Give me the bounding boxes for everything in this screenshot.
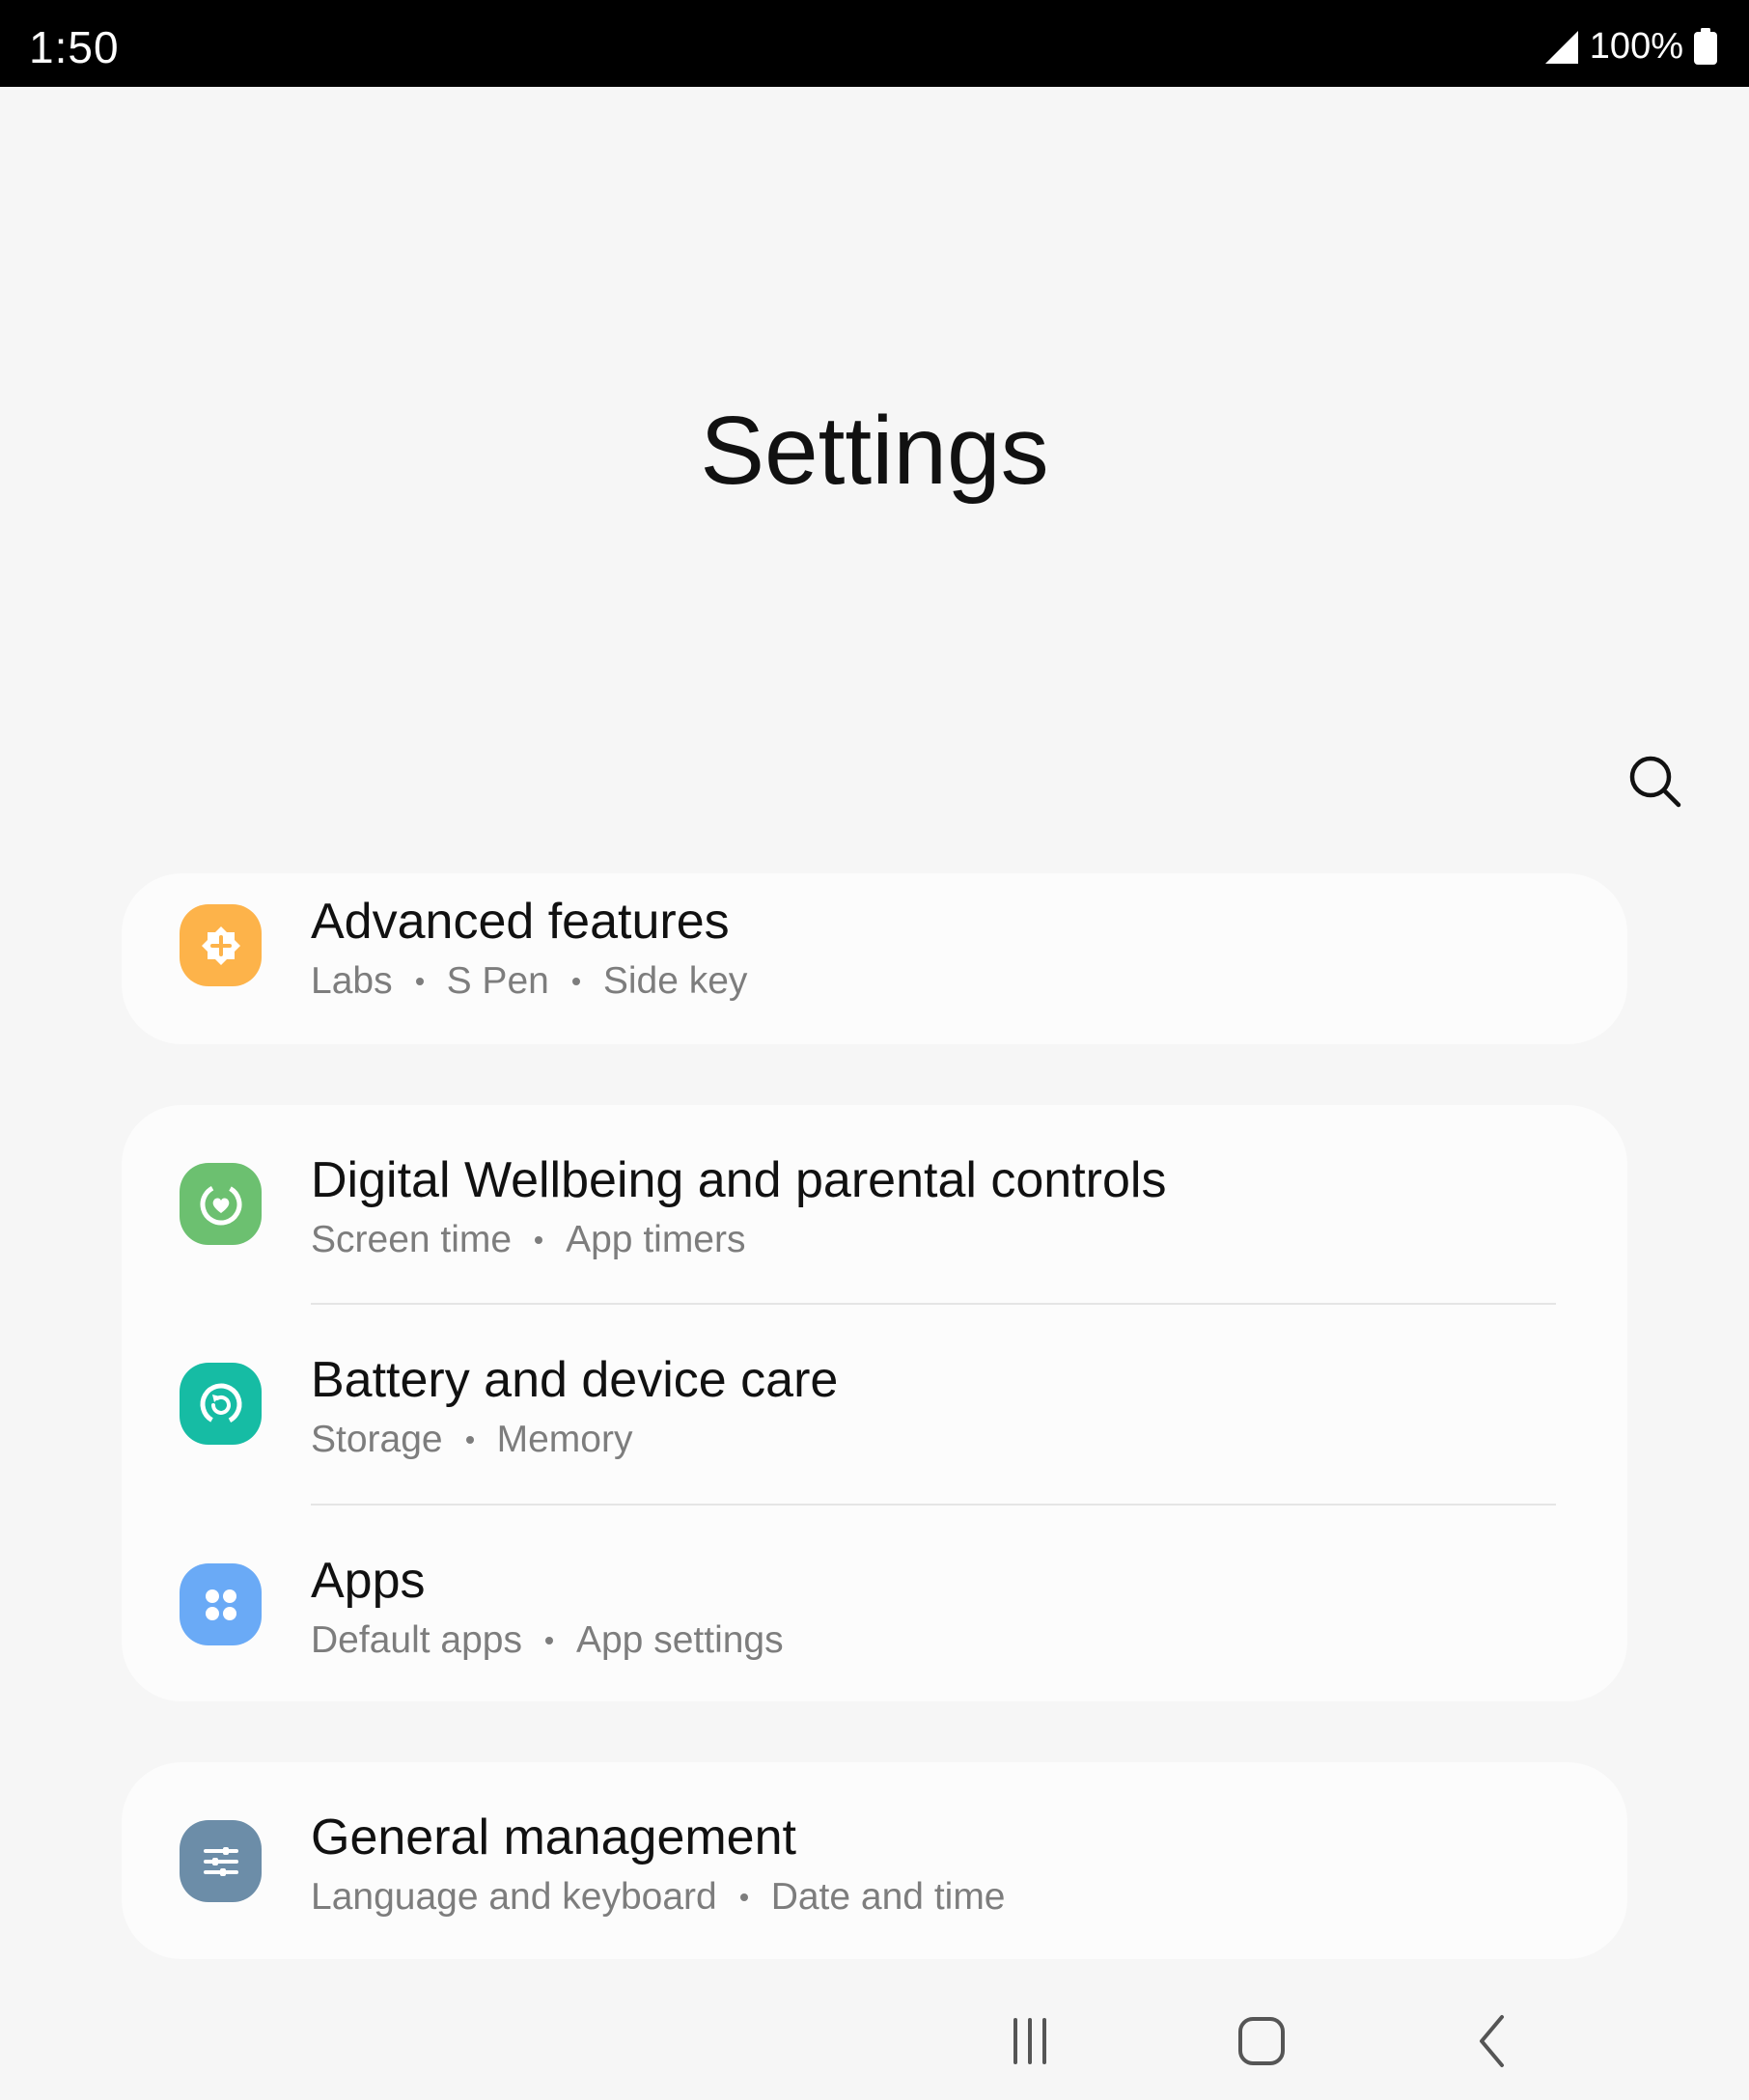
settings-item-general-management[interactable]: General management Language and keyboard… <box>122 1762 1627 1959</box>
separator-dot <box>535 1236 543 1244</box>
separator-dot <box>465 1436 474 1444</box>
status-indicators: 100% <box>1541 25 1718 68</box>
item-subtitle: Screen time App timers <box>311 1219 746 1261</box>
home-icon <box>1238 2017 1285 2065</box>
subtitle-part: Memory <box>496 1419 633 1460</box>
apps-icon <box>180 1563 262 1645</box>
back-icon <box>1480 2015 1504 2067</box>
subtitle-part: Storage <box>311 1419 443 1460</box>
item-title: Apps <box>311 1553 426 1609</box>
settings-card-device: Digital Wellbeing and parental controls … <box>122 1105 1627 1701</box>
back-button[interactable] <box>1450 2007 1537 2075</box>
item-title: Battery and device care <box>311 1352 839 1408</box>
digital-wellbeing-icon <box>180 1163 262 1245</box>
separator-dot <box>544 1637 553 1644</box>
recents-button[interactable] <box>986 2007 1073 2075</box>
home-button[interactable] <box>1218 2007 1305 2075</box>
separator-dot <box>571 978 580 985</box>
item-subtitle: Default apps App settings <box>311 1619 784 1662</box>
battery-icon <box>1694 28 1717 65</box>
settings-item-advanced-features[interactable]: Advanced features Labs S Pen Side key <box>122 873 1627 1044</box>
settings-card-advanced: Advanced features Labs S Pen Side key <box>122 873 1627 1044</box>
subtitle-part: S Pen <box>446 960 549 1002</box>
item-title: General management <box>311 1810 796 1865</box>
recents-icon <box>1013 2018 1046 2064</box>
subtitle-part: Date and time <box>770 1876 1006 1918</box>
status-time: 1:50 <box>29 22 120 72</box>
navigation-bar <box>0 1978 1749 2100</box>
subtitle-part: Side key <box>602 960 748 1002</box>
item-subtitle: Storage Memory <box>311 1419 632 1461</box>
subtitle-part: Labs <box>311 960 393 1002</box>
item-title: Advanced features <box>311 894 730 950</box>
settings-item-battery-device-care[interactable]: Battery and device care Storage Memory <box>122 1305 1627 1504</box>
signal-icon <box>1544 31 1578 64</box>
battery-percentage: 100% <box>1589 25 1683 67</box>
search-button[interactable] <box>1622 748 1689 815</box>
page-title: Settings <box>700 397 1049 505</box>
item-subtitle: Labs S Pen Side key <box>311 960 747 1003</box>
separator-dot <box>415 978 424 985</box>
settings-card-general: General management Language and keyboard… <box>122 1762 1627 1959</box>
subtitle-part: App settings <box>575 1619 784 1661</box>
status-bar: 1:50 100% <box>0 0 1749 87</box>
subtitle-part: App timers <box>566 1219 746 1260</box>
item-subtitle: Language and keyboard Date and time <box>311 1876 1006 1919</box>
device-care-icon <box>180 1363 262 1445</box>
settings-item-digital-wellbeing[interactable]: Digital Wellbeing and parental controls … <box>122 1105 1627 1303</box>
subtitle-part: Default apps <box>311 1619 522 1661</box>
search-icon <box>1629 756 1681 808</box>
general-management-icon <box>180 1820 262 1902</box>
item-title: Digital Wellbeing and parental controls <box>311 1152 1167 1208</box>
subtitle-part: Screen time <box>311 1219 513 1260</box>
advanced-features-icon <box>180 904 262 986</box>
separator-dot <box>739 1893 748 1901</box>
subtitle-part: Language and keyboard <box>311 1876 717 1918</box>
settings-screen: 1:50 100% Settings Advanced features Lab… <box>0 0 1749 2100</box>
settings-item-apps[interactable]: Apps Default apps App settings <box>122 1506 1627 1701</box>
